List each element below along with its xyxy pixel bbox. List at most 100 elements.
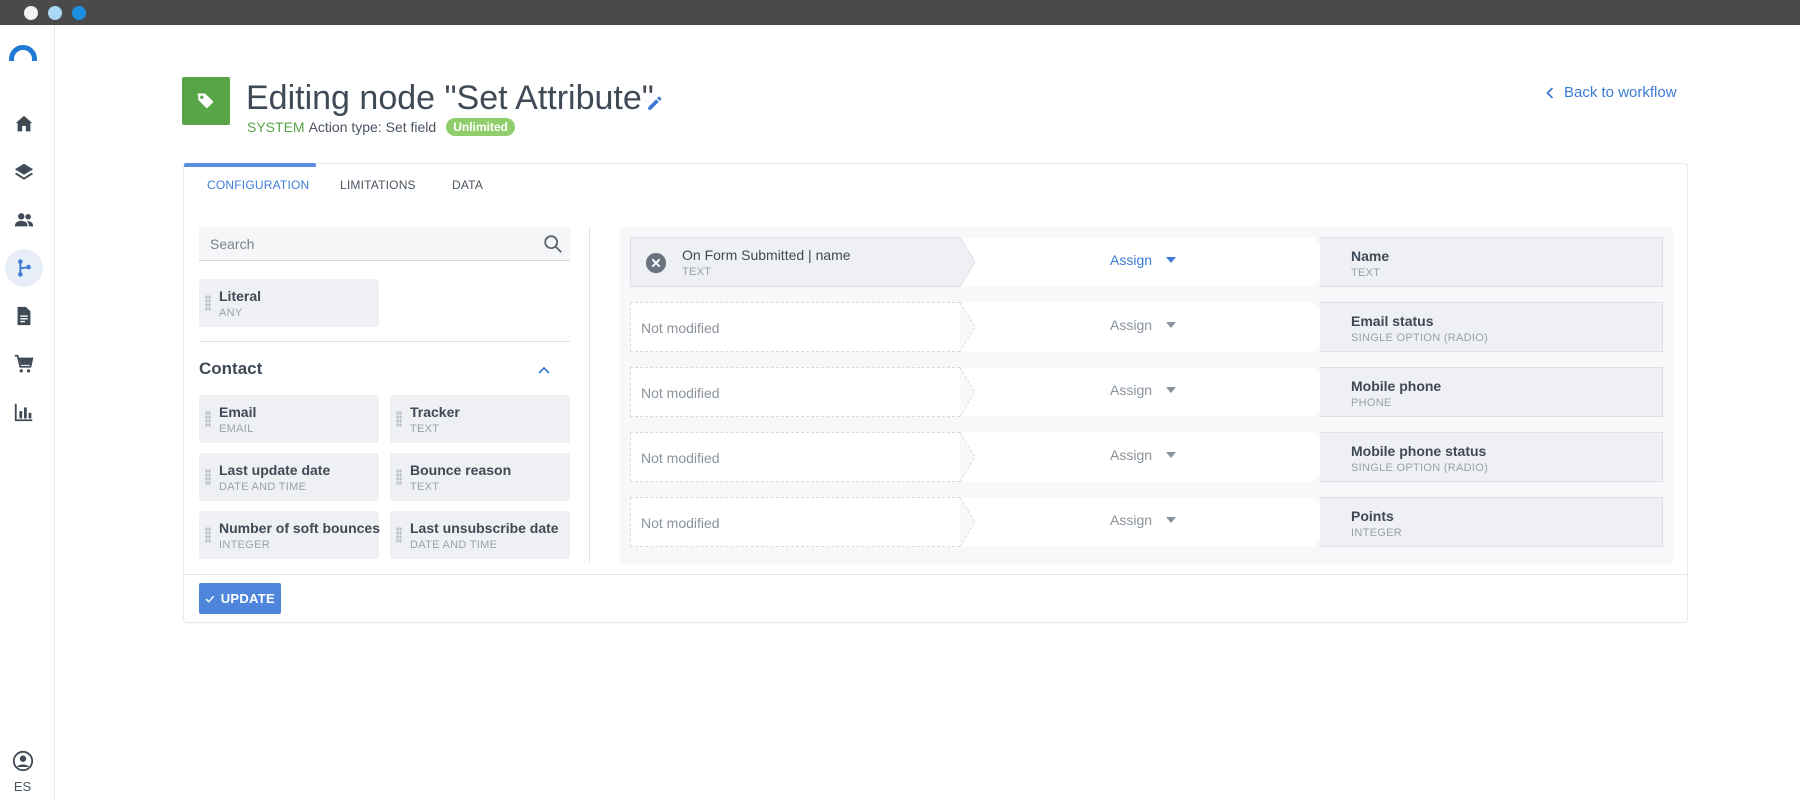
update-button[interactable]: UPDATE — [199, 583, 281, 614]
field-search — [199, 227, 570, 261]
field-chip[interactable]: Email EMAIL — [199, 395, 379, 443]
tab-bar: CONFIGURATION LIMITATIONS DATA — [184, 163, 1687, 204]
field-chip[interactable]: Bounce reason TEXT — [390, 453, 570, 501]
field-chip-label: Literal — [219, 288, 262, 304]
mapping-target-slot: Mobile phone status SINGLE OPTION (RADIO… — [1320, 432, 1663, 482]
page-title: Editing node "Set Attribute" — [246, 79, 654, 117]
mapping-source-type: TEXT — [682, 266, 712, 278]
tab-data[interactable]: DATA — [452, 178, 483, 192]
mapping-target-slot: Email status SINGLE OPTION (RADIO) — [1320, 302, 1663, 352]
mapping-source-slot[interactable]: Not modified — [630, 302, 960, 352]
assign-dropdown-label: Assign — [1110, 252, 1153, 268]
mapping-source-label: Not modified — [641, 320, 720, 336]
field-chip-label: Tracker — [410, 404, 460, 420]
mapping-source-slot[interactable]: Not modified — [630, 367, 960, 417]
drag-handle-icon[interactable] — [396, 411, 402, 427]
bar-chart-icon — [14, 403, 33, 422]
home-icon — [15, 115, 33, 132]
assign-dropdown[interactable]: Assign — [1110, 317, 1177, 333]
mapping-source-label: Not modified — [641, 450, 720, 466]
search-input[interactable] — [199, 227, 570, 260]
window-maximize-button[interactable] — [72, 6, 86, 20]
field-chip-label: Last unsubscribe date — [410, 520, 559, 536]
mapping-target-slot: Name TEXT — [1320, 237, 1663, 287]
panel-vertical-divider — [589, 227, 590, 562]
cart-icon — [14, 354, 34, 373]
field-chip-literal[interactable]: Literal ANY — [199, 279, 379, 327]
tab-configuration[interactable]: CONFIGURATION — [207, 178, 309, 192]
mapping-row: Not modified Assign Mobile phone PHONE — [630, 367, 1663, 417]
mapping-source-label: On Form Submitted | name — [682, 247, 851, 263]
brand-logo[interactable] — [9, 45, 37, 61]
tab-limitations[interactable]: LIMITATIONS — [340, 178, 416, 192]
field-chip-type: INTEGER — [219, 539, 270, 551]
field-chip-type: DATE AND TIME — [410, 539, 498, 551]
user-language: ES — [13, 779, 32, 794]
panel-divider — [199, 341, 570, 342]
sidebar-item-home[interactable] — [5, 105, 43, 143]
remove-circle-icon[interactable] — [645, 252, 667, 274]
field-chip-label: Bounce reason — [410, 462, 512, 478]
mapping-row: Not modified Assign Mobile phone status … — [630, 432, 1663, 482]
assign-dropdown[interactable]: Assign — [1110, 252, 1177, 268]
mapping-target-type: PHONE — [1351, 397, 1392, 409]
node-type-icon — [182, 77, 230, 125]
sidebar-item-reports[interactable] — [5, 393, 43, 431]
edit-pencil-icon[interactable] — [646, 94, 664, 112]
footer-divider — [184, 574, 1687, 575]
drag-handle-icon[interactable] — [205, 295, 211, 311]
window-minimize-button[interactable] — [48, 6, 62, 20]
mapping-row: On Form Submitted | name TEXT Assign Nam… — [630, 237, 1663, 287]
user-avatar-icon — [12, 750, 33, 772]
field-chip[interactable]: Last unsubscribe date DATE AND TIME — [390, 511, 570, 559]
caret-down-icon — [1166, 387, 1177, 393]
drag-handle-icon[interactable] — [205, 469, 211, 485]
drag-handle-icon[interactable] — [396, 527, 402, 543]
assign-dropdown[interactable]: Assign — [1110, 512, 1177, 528]
sidebar: ES — [0, 25, 55, 800]
window-close-button[interactable] — [24, 6, 38, 20]
node-editor-card: CONFIGURATION LIMITATIONS DATA Literal A… — [183, 163, 1688, 623]
caret-down-icon — [1166, 452, 1177, 458]
status-badge: Unlimited — [446, 118, 515, 136]
sidebar-item-documents[interactable] — [5, 297, 43, 335]
user-menu[interactable]: ES — [0, 750, 45, 794]
document-icon — [17, 306, 31, 326]
sidebar-item-workflows[interactable] — [5, 249, 43, 287]
sidebar-item-contacts[interactable] — [5, 201, 43, 239]
mapping-target-label: Email status — [1351, 313, 1434, 329]
mapping-target-type: SINGLE OPTION (RADIO) — [1351, 332, 1489, 344]
chevron-left-icon — [1546, 86, 1554, 99]
workflow-icon — [18, 259, 31, 277]
field-chip-type: TEXT — [410, 423, 440, 435]
drag-handle-icon[interactable] — [205, 527, 211, 543]
field-chip[interactable]: Number of soft bounces INTEGER — [199, 511, 380, 559]
assign-dropdown[interactable]: Assign — [1110, 447, 1177, 463]
sidebar-item-ecommerce[interactable] — [5, 345, 43, 383]
field-chip[interactable]: Last update date DATE AND TIME — [199, 453, 379, 501]
system-label: SYSTEM — [247, 119, 305, 135]
search-icon[interactable] — [542, 233, 564, 255]
mapping-source-slot[interactable]: Not modified — [630, 432, 960, 482]
check-icon — [205, 595, 215, 603]
mapping-target-label: Name — [1351, 248, 1390, 264]
mapping-target-label: Mobile phone — [1351, 378, 1442, 394]
users-icon — [14, 213, 34, 227]
mapping-target-label: Mobile phone status — [1351, 443, 1487, 459]
drag-handle-icon[interactable] — [205, 411, 211, 427]
window-titlebar — [0, 0, 1800, 25]
mapping-source-slot[interactable]: Not modified — [630, 497, 960, 547]
back-to-workflow-link[interactable]: Back to workflow — [1546, 84, 1677, 101]
sidebar-item-layers[interactable] — [5, 153, 43, 191]
field-chip-type: ANY — [219, 307, 243, 319]
field-chip[interactable]: Tracker TEXT — [390, 395, 570, 443]
assign-dropdown-label: Assign — [1110, 447, 1153, 463]
active-tab-indicator — [184, 163, 316, 167]
assign-dropdown-label: Assign — [1110, 512, 1153, 528]
mapping-target-slot: Points INTEGER — [1320, 497, 1663, 547]
drag-handle-icon[interactable] — [396, 469, 402, 485]
mapping-source-slot[interactable]: On Form Submitted | name TEXT — [630, 237, 960, 287]
chevron-up-icon[interactable] — [536, 363, 552, 379]
section-title-contact: Contact — [199, 359, 263, 378]
assign-dropdown[interactable]: Assign — [1110, 382, 1177, 398]
